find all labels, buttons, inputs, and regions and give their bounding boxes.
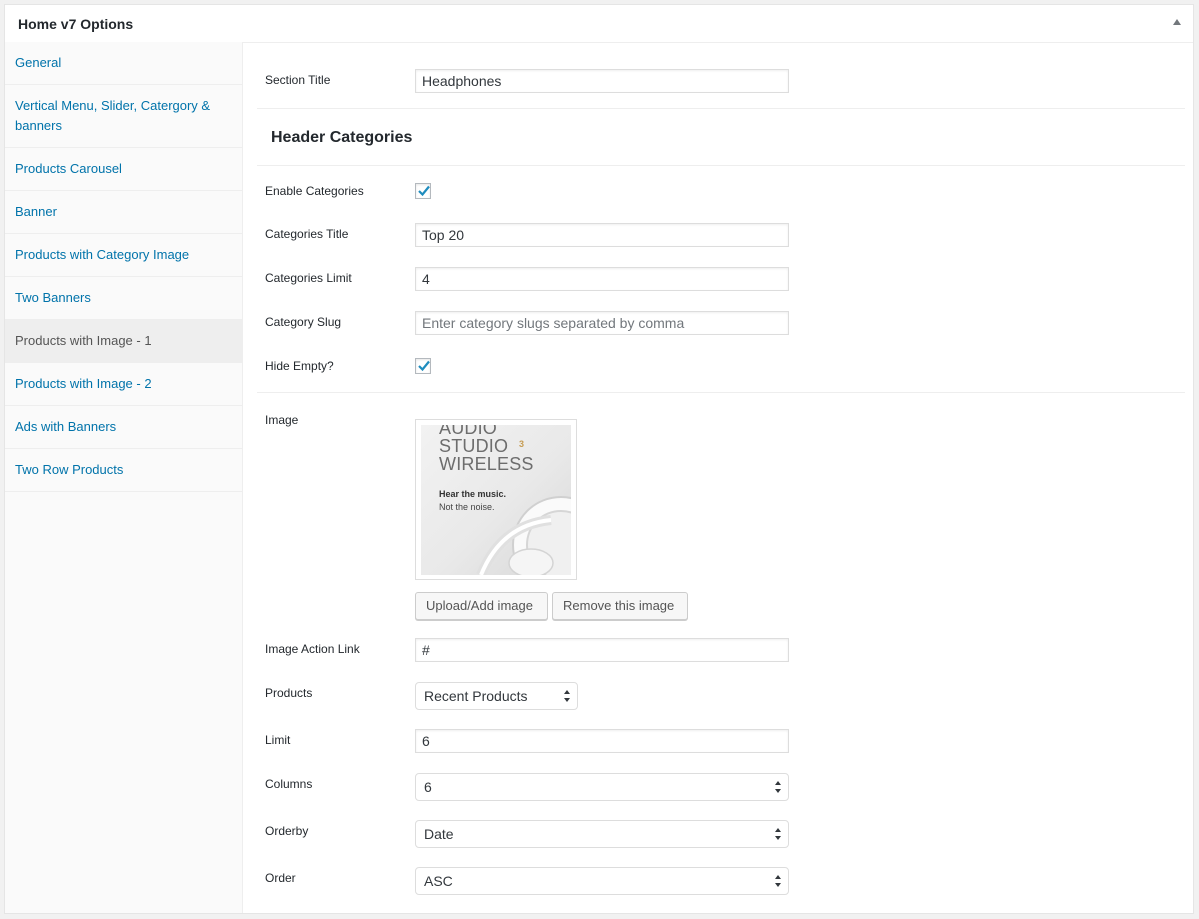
divider [257,165,1185,166]
image-preview: AUDIO STUDIO WIRELESS 3 Hear the music. … [415,419,577,580]
sidebar-item-general[interactable]: General [5,42,242,85]
image-action-link-input[interactable]: # [415,638,789,662]
products-selected: Recent Products [424,688,528,704]
limit-input[interactable]: 6 [415,729,789,753]
sidebar-item-products-category-image[interactable]: Products with Category Image [5,234,242,277]
header-categories-heading: Header Categories [271,129,413,146]
select-arrows-icon [775,781,783,793]
image-action-link-label: Image Action Link [265,642,360,656]
enable-categories-checkbox[interactable] [415,183,431,199]
order-select[interactable]: ASC [415,867,789,895]
collapse-arrow-icon[interactable] [1173,19,1181,25]
sidebar-item-products-image-1[interactable]: Products with Image - 1 [5,320,242,363]
image-title-sup: 3 [519,439,525,449]
remove-image-button[interactable]: Remove this image [552,592,688,620]
categories-limit-label: Categories Limit [265,271,352,285]
order-selected: ASC [424,873,453,889]
checkmark-icon [418,360,430,372]
sidebar-item-banner[interactable]: Banner [5,191,242,234]
category-slug-input[interactable]: Enter category slugs separated by comma [415,311,789,335]
divider [257,392,1185,393]
sidebar-item-products-image-2[interactable]: Products with Image - 2 [5,363,242,406]
headphones-image: AUDIO STUDIO WIRELESS 3 Hear the music. … [421,425,571,575]
image-title-line3: WIRELESS [439,454,534,474]
orderby-selected: Date [424,826,454,842]
image-tagline-1: Hear the music. [439,489,507,499]
select-arrows-icon [564,690,572,702]
hide-empty-checkbox[interactable] [415,358,431,374]
section-title-input[interactable]: Headphones [415,69,789,93]
upload-image-button[interactable]: Upload/Add image [415,592,548,620]
sidebar-item-vertical-menu[interactable]: Vertical Menu, Slider, Catergory & banne… [5,85,242,148]
postbox-header: Home v7 Options [5,5,1193,43]
options-postbox: Home v7 Options General Vertical Menu, S… [4,4,1194,914]
checkmark-icon [418,185,430,197]
categories-limit-input[interactable]: 4 [415,267,789,291]
sidebar-item-two-row-products[interactable]: Two Row Products [5,449,242,492]
image-label: Image [265,413,299,427]
postbox-title: Home v7 Options [18,16,134,32]
sidebar-item-ads-banners[interactable]: Ads with Banners [5,406,242,449]
hide-empty-label: Hide Empty? [265,359,334,373]
products-select[interactable]: Recent Products [415,682,578,710]
orderby-label: Orderby [265,824,309,838]
order-label: Order [265,871,296,885]
categories-title-input[interactable]: Top 20 [415,223,789,247]
sidebar-item-two-banners[interactable]: Two Banners [5,277,242,320]
limit-label: Limit [265,733,291,747]
select-arrows-icon [775,828,783,840]
sidebar-item-products-carousel[interactable]: Products Carousel [5,148,242,191]
categories-title-label: Categories Title [265,227,349,241]
image-tagline-2: Not the noise. [439,502,495,512]
options-sidebar: General Vertical Menu, Slider, Catergory… [5,42,243,913]
columns-selected: 6 [424,779,432,795]
orderby-select[interactable]: Date [415,820,789,848]
select-arrows-icon [775,875,783,887]
divider [257,108,1185,109]
columns-label: Columns [265,777,313,791]
products-label: Products [265,686,313,700]
category-slug-label: Category Slug [265,315,342,329]
section-title-label: Section Title [265,73,331,87]
enable-categories-label: Enable Categories [265,184,364,198]
columns-select[interactable]: 6 [415,773,789,801]
